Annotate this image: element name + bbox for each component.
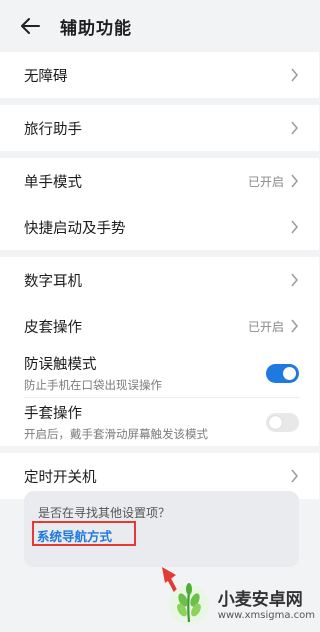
row-label: 单手模式 (24, 174, 82, 191)
watermark-name: 小麦安卓网 (217, 590, 303, 610)
row-label: 定时开关机 (24, 469, 97, 486)
chevron-right-icon (291, 68, 298, 82)
card-accessories: 数字耳机 皮套操作 已开启 防误触模式 防止手机在口袋出现误操作 手套操作 开启… (0, 257, 319, 446)
card-barrier-free: 无障碍 (0, 52, 319, 98)
row-digital-earphone[interactable]: 数字耳机 (0, 257, 319, 303)
system-navigation-link[interactable]: 系统导航方式 (37, 526, 112, 545)
watermark-logo-icon (168, 583, 209, 625)
row-glove[interactable]: 手套操作 开启后，戴手套滑动屏幕触发该模式 (0, 398, 319, 446)
row-label: 防误触模式 (24, 357, 97, 373)
row-travel[interactable]: 旅行助手 (0, 105, 319, 151)
card-gestures: 单手模式 已开启 快捷启动及手势 (0, 158, 319, 250)
row-label: 数字耳机 (24, 273, 82, 290)
row-shortcut[interactable]: 快捷启动及手势 (0, 204, 319, 250)
chevron-right-icon (291, 220, 298, 234)
chevron-right-icon (291, 319, 298, 333)
row-label: 无障碍 (24, 68, 68, 85)
chevron-right-icon (291, 174, 298, 188)
chevron-right-icon (291, 121, 298, 135)
watermark: 小麦安卓网 www.xmsigma.com (164, 578, 315, 628)
chevron-right-icon (291, 273, 298, 287)
row-case-operation[interactable]: 皮套操作 已开启 (0, 303, 319, 349)
row-description: 开启后，戴手套滑动屏幕触发该模式 (24, 427, 208, 441)
row-label: 皮套操作 (24, 319, 82, 336)
glove-toggle[interactable] (266, 412, 299, 432)
row-barrier-free[interactable]: 无障碍 (0, 52, 319, 98)
row-one-hand[interactable]: 单手模式 已开启 (0, 158, 319, 204)
card-travel: 旅行助手 (0, 105, 319, 151)
page-title: 辅助功能 (60, 18, 132, 39)
chevron-right-icon (291, 469, 298, 483)
row-label: 旅行助手 (24, 121, 82, 138)
row-label: 手套操作 (24, 406, 82, 422)
back-arrow-icon[interactable] (20, 15, 42, 37)
status-text: 已开启 (247, 319, 284, 334)
status-text: 已开启 (247, 174, 284, 189)
watermark-url: www.xmsigma.com (217, 610, 315, 621)
row-description: 防止手机在口袋出现误操作 (24, 378, 162, 392)
anti-touch-toggle[interactable] (266, 363, 299, 383)
row-anti-touch[interactable]: 防误触模式 防止手机在口袋出现误操作 (0, 349, 319, 397)
row-label: 快捷启动及手势 (24, 220, 126, 237)
header: 辅助功能 (0, 0, 319, 52)
search-question: 是否在寻找其他设置项？ (38, 506, 171, 520)
search-suggestion-card: 是否在寻找其他设置项？ 系统导航方式 (24, 491, 299, 567)
